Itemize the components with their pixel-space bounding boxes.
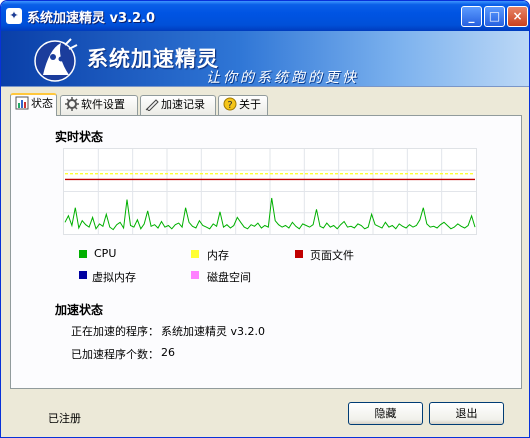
wizard-logo: [34, 38, 78, 82]
about-icon: ?: [223, 97, 237, 111]
count-value: 26: [161, 346, 175, 359]
realtime-chart-svg: [64, 149, 476, 234]
tab-settings[interactable]: 软件设置: [60, 95, 138, 115]
legend-swatch-disk-space: [191, 271, 199, 279]
exit-button[interactable]: 退出: [429, 402, 504, 425]
program-value: 系统加速精灵 v3.2.0: [161, 325, 265, 338]
acceleration-section-title: 加速状态: [55, 303, 104, 317]
program-label: 正在加速的程序：: [71, 325, 159, 338]
hide-button[interactable]: 隐藏: [348, 402, 423, 425]
window-title: 系统加速精灵 v3.2.0: [27, 11, 156, 26]
tab-status-label: 状态: [31, 97, 53, 110]
close-button[interactable]: ×: [507, 6, 528, 27]
tab-status[interactable]: 状态: [10, 93, 57, 116]
log-icon: [145, 99, 159, 111]
legend-pagefile: 页面文件: [310, 249, 354, 262]
tab-about[interactable]: ? 关于: [218, 95, 268, 115]
count-label: 已加速程序个数：: [71, 348, 159, 361]
tab-about-label: 关于: [239, 98, 261, 111]
registration-status: 已注册: [48, 412, 81, 425]
legend-disk-space: 磁盘空间: [207, 271, 251, 284]
banner-subtitle: 让你的系统跑的更快: [206, 70, 359, 86]
legend-swatch-cpu: [79, 250, 87, 258]
legend-memory: 内存: [207, 249, 229, 262]
title-bar[interactable]: ✦ 系统加速精灵 v3.2.0 _ □ ×: [1, 1, 529, 31]
tab-settings-label: 软件设置: [81, 98, 125, 111]
header-banner: 系统加速精灵 让你的系统跑的更快: [1, 31, 529, 87]
banner-title: 系统加速精灵: [87, 47, 219, 71]
legend-swatch-pagefile: [295, 250, 303, 258]
realtime-chart: [63, 148, 477, 235]
legend-swatch-virtual-memory: [79, 271, 87, 279]
maximize-button[interactable]: □: [484, 6, 505, 27]
settings-icon: [65, 97, 79, 111]
svg-text:?: ?: [227, 100, 232, 111]
realtime-section-title: 实时状态: [55, 130, 104, 144]
tab-log-label: 加速记录: [161, 98, 205, 111]
minimize-button[interactable]: _: [461, 6, 482, 27]
status-icon: [15, 96, 29, 110]
legend-cpu: CPU: [94, 247, 117, 260]
app-window: ✦ 系统加速精灵 v3.2.0 _ □ × 系统加速精灵 让你的系统跑的更快 状…: [0, 0, 530, 438]
status-panel: 实时状态 CPU 内存 页面文件 虚拟内存 磁盘空间 加速状态 正在加速的程序：…: [10, 115, 522, 389]
legend-swatch-memory: [191, 250, 199, 258]
tab-log[interactable]: 加速记录: [140, 95, 216, 115]
legend-virtual-memory: 虚拟内存: [92, 271, 136, 284]
app-icon[interactable]: ✦: [6, 8, 22, 24]
